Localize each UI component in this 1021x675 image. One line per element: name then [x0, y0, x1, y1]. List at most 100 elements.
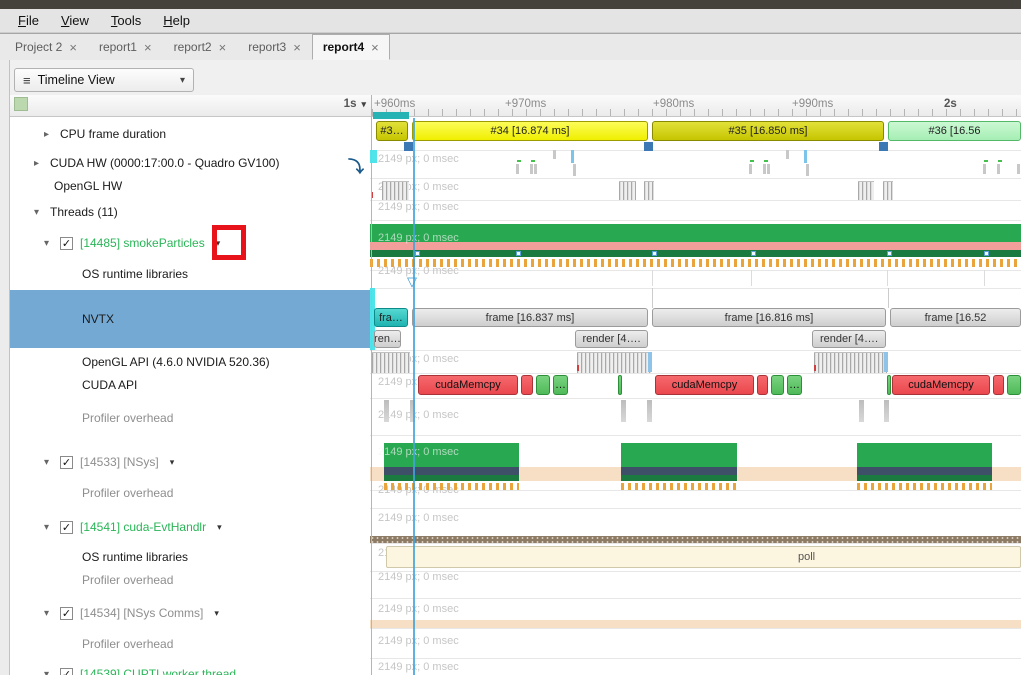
- menu-item-tools[interactable]: Tools: [101, 11, 151, 30]
- menu-item-file[interactable]: File: [8, 11, 49, 30]
- cuda-api-call-bar[interactable]: [1007, 375, 1021, 395]
- sidebar-row-opengl-api-4-6-0-nvidia-520-36-[interactable]: OpenGL API (4.6.0 NVIDIA 520.36): [10, 352, 372, 372]
- menu-item-help[interactable]: Help: [153, 11, 200, 30]
- api-call-density-block[interactable]: [644, 181, 654, 200]
- cuda-api-call-bar[interactable]: …: [787, 375, 802, 395]
- sidebar-row-os-runtime-libraries[interactable]: OS runtime libraries: [10, 547, 372, 567]
- nvtx-render-bar[interactable]: render [4….: [575, 330, 648, 348]
- tree-collapse-icon[interactable]: ▾: [44, 608, 60, 619]
- sidebar-row--14534-nsys-comms-[interactable]: ▾✓[14534] [NSys Comms]▾: [10, 603, 372, 623]
- nvtx-render-bar[interactable]: render [4….: [812, 330, 886, 348]
- sidebar-row--14541-cuda-evthandlr[interactable]: ▾✓[14541] cuda-EvtHandlr▾: [10, 517, 372, 537]
- thread-event-marker[interactable]: [751, 251, 756, 256]
- sidebar-row-cpu-frame-duration[interactable]: ▸CPU frame duration: [10, 124, 372, 144]
- sidebar-row-nvtx[interactable]: NVTX: [10, 290, 372, 348]
- view-selector-dropdown[interactable]: ≡ Timeline View ▾: [14, 68, 194, 92]
- sidebar-row--14539-cupti-worker-thread[interactable]: ▾✓[14539] CUPTI worker thread: [10, 664, 372, 675]
- nvtx-frame-bar[interactable]: fra…: [374, 308, 408, 327]
- thread-visibility-checkbox[interactable]: ✓: [60, 607, 73, 620]
- sidebar-row--14485-smokeparticles[interactable]: ▾✓[14485] smokeParticles▾: [10, 233, 372, 253]
- tree-collapse-icon[interactable]: ▾: [44, 457, 60, 468]
- tab-report4[interactable]: report4×: [312, 34, 390, 60]
- selection-handle[interactable]: [879, 142, 888, 151]
- tab-report2[interactable]: report2×: [163, 34, 238, 60]
- nvtx-render-bar[interactable]: ren…: [374, 330, 401, 348]
- sidebar-row-profiler-overhead[interactable]: Profiler overhead: [10, 408, 372, 428]
- row-options-caret-icon[interactable]: ▾: [170, 457, 175, 468]
- nvtx-frame-bar[interactable]: frame [16.816 ms]: [652, 308, 886, 327]
- close-icon[interactable]: ×: [219, 40, 227, 55]
- row-border: [370, 288, 1021, 289]
- sidebar-row--14533-nsys-[interactable]: ▾✓[14533] [NSys]▾: [10, 452, 372, 472]
- tree-collapse-icon[interactable]: ▾: [44, 238, 60, 249]
- sidebar-row-threads-11-[interactable]: ▾Threads (11): [10, 202, 372, 222]
- thread-visibility-checkbox[interactable]: ✓: [60, 668, 73, 675]
- tab-report1[interactable]: report1×: [88, 34, 163, 60]
- tree-collapse-icon[interactable]: ▾: [44, 522, 60, 533]
- panel-splitter[interactable]: [371, 95, 372, 675]
- api-call-density-block[interactable]: [577, 352, 651, 373]
- menu-item-view[interactable]: View: [51, 11, 99, 30]
- tab-report3[interactable]: report3×: [237, 34, 312, 60]
- nvtx-frame-bar[interactable]: frame [16.837 ms]: [412, 308, 648, 327]
- thread-event-marker[interactable]: [984, 251, 989, 256]
- thread-event-marker[interactable]: [652, 251, 657, 256]
- thread-darkgreen-strip: [370, 250, 1021, 257]
- cpu-frame-bar[interactable]: #36 [16.56: [888, 121, 1021, 141]
- view-selector-label: Timeline View: [38, 73, 115, 87]
- api-call-density-block[interactable]: [858, 181, 874, 200]
- sidebar-row-cuda-api[interactable]: CUDA API: [10, 375, 372, 395]
- cuda-api-call-bar[interactable]: [757, 375, 768, 395]
- sidebar-row-profiler-overhead[interactable]: Profiler overhead: [10, 570, 372, 590]
- api-call-density-block[interactable]: [372, 352, 410, 373]
- cuda-api-call-bar[interactable]: [536, 375, 550, 395]
- cuda-api-call-bar[interactable]: [618, 375, 622, 395]
- close-icon[interactable]: ×: [144, 40, 152, 55]
- tree-expand-icon[interactable]: ▸: [44, 129, 60, 140]
- thread-visibility-checkbox[interactable]: ✓: [60, 521, 73, 534]
- close-icon[interactable]: ×: [293, 40, 301, 55]
- tab-project-2[interactable]: Project 2×: [4, 34, 88, 60]
- tree-expand-icon[interactable]: ▸: [34, 158, 50, 169]
- tree-collapse-icon[interactable]: ▾: [34, 207, 50, 218]
- sidebar-row-opengl-hw[interactable]: OpenGL HW: [10, 176, 372, 196]
- cuda-api-call-bar[interactable]: …: [553, 375, 568, 395]
- poll-event-bar[interactable]: poll: [386, 546, 1021, 568]
- row-options-caret-icon[interactable]: ▾: [217, 522, 222, 533]
- cpu-frame-bar[interactable]: #3…: [376, 121, 408, 141]
- api-call-density-block[interactable]: [883, 181, 893, 200]
- api-call-density-block[interactable]: [814, 352, 887, 373]
- sidebar-row-profiler-overhead[interactable]: Profiler overhead: [10, 483, 372, 503]
- close-icon[interactable]: ×: [371, 40, 379, 55]
- selection-handle[interactable]: [644, 142, 653, 151]
- nvtx-frame-bar[interactable]: frame [16.52: [890, 308, 1021, 327]
- thread-visibility-checkbox[interactable]: ✓: [60, 237, 73, 250]
- gpu-kernel-tick: [517, 160, 521, 162]
- thread-visibility-checkbox[interactable]: ✓: [60, 456, 73, 469]
- thread-event-marker[interactable]: [887, 251, 892, 256]
- selection-handle[interactable]: [404, 142, 413, 151]
- sidebar-row-profiler-overhead[interactable]: Profiler overhead: [10, 634, 372, 654]
- cuda-api-call-bar[interactable]: cudaMemcpy: [418, 375, 518, 395]
- nsys-activity-block[interactable]: [857, 443, 992, 467]
- timeline-scale-selector[interactable]: 1s▾: [344, 98, 366, 110]
- close-icon[interactable]: ×: [69, 40, 77, 55]
- thread-event-marker[interactable]: [516, 251, 521, 256]
- cuda-api-call-bar[interactable]: [993, 375, 1004, 395]
- api-call-density-block[interactable]: [382, 181, 409, 200]
- cuda-api-call-bar[interactable]: cudaMemcpy: [892, 375, 990, 395]
- sidebar-row-os-runtime-libraries[interactable]: OS runtime libraries: [10, 264, 372, 284]
- cuda-api-call-bar[interactable]: [521, 375, 533, 395]
- cpu-frame-bar[interactable]: #34 [16.874 ms]: [412, 121, 648, 141]
- tree-collapse-icon[interactable]: ▾: [44, 669, 60, 675]
- sidebar-row-cuda-hw-0000-17-00-0-quadro-gv100-[interactable]: ▸CUDA HW (0000:17:00.0 - Quadro GV100)⤵: [10, 153, 372, 173]
- cpu-frame-bar[interactable]: #35 [16.850 ms]: [652, 121, 884, 141]
- api-call-density-block[interactable]: [619, 181, 636, 200]
- cuda-api-call-bar[interactable]: cudaMemcpy: [655, 375, 754, 395]
- cuda-api-call-bar[interactable]: [887, 375, 891, 395]
- row-options-caret-icon[interactable]: ▾: [214, 608, 219, 619]
- thread-event-marker[interactable]: [415, 251, 420, 256]
- cuda-api-call-bar[interactable]: [771, 375, 784, 395]
- nsys-activity-block[interactable]: [621, 443, 737, 467]
- pan-down-arrow-icon[interactable]: ⤵: [348, 153, 364, 177]
